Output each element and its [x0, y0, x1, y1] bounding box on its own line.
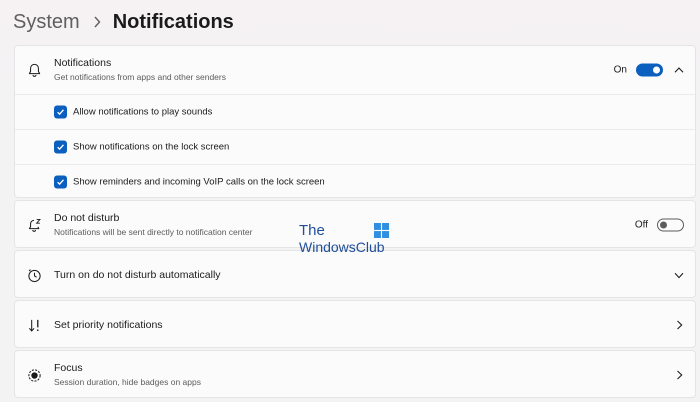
focus-icon	[26, 367, 42, 383]
toggle-knob	[660, 221, 667, 229]
sounds-checkbox[interactable]	[54, 105, 67, 119]
do-not-disturb-title: Do not disturb	[54, 212, 120, 224]
voip-checkbox[interactable]	[54, 175, 67, 189]
bell-snooze-icon	[26, 217, 42, 233]
option-row-lock-screen[interactable]: Show notifications on the lock screen	[15, 129, 695, 164]
windows-logo-icon	[374, 223, 389, 238]
notifications-toggle[interactable]	[636, 63, 663, 77]
notifications-title: Notifications	[54, 57, 112, 69]
option-row-sounds[interactable]: Allow notifications to play sounds	[15, 94, 695, 129]
priority-icon	[26, 317, 42, 333]
voip-label: Show reminders and incoming VoIP calls o…	[73, 176, 325, 188]
priority-title: Set priority notifications	[54, 319, 163, 331]
notifications-controls: On	[613, 63, 684, 77]
notifications-subtitle: Get notifications from apps and other se…	[54, 72, 226, 82]
notifications-header[interactable]: Notifications Get notifications from app…	[15, 46, 695, 94]
chevron-down-icon[interactable]	[674, 270, 684, 280]
auto-dnd-title: Turn on do not disturb automatically	[54, 269, 221, 281]
clock-icon	[26, 267, 42, 283]
do-not-disturb-controls: Off	[634, 218, 684, 232]
option-row-voip[interactable]: Show reminders and incoming VoIP calls o…	[15, 164, 695, 199]
priority-text: Set priority notifications	[54, 319, 163, 331]
chevron-right-icon[interactable]	[674, 370, 684, 380]
auto-dnd-text: Turn on do not disturb automatically	[54, 269, 221, 281]
focus-subtitle: Session duration, hide badges on apps	[54, 377, 201, 387]
chevron-right-icon[interactable]	[674, 320, 684, 330]
watermark-line1: The	[299, 222, 325, 239]
page-title: Notifications	[112, 10, 234, 33]
do-not-disturb-subtitle: Notifications will be sent directly to n…	[54, 227, 253, 237]
checkmark-icon	[57, 144, 64, 151]
chevron-right-icon	[93, 16, 101, 28]
lock-screen-checkbox[interactable]	[54, 140, 67, 154]
watermark-line2: WindowsClub	[299, 239, 385, 255]
sounds-label: Allow notifications to play sounds	[73, 106, 213, 118]
auto-dnd-row[interactable]: Turn on do not disturb automatically	[15, 251, 695, 299]
priority-card[interactable]: Set priority notifications	[14, 300, 696, 348]
chevron-up-icon[interactable]	[674, 65, 684, 75]
focus-text: Focus Session duration, hide badges on a…	[54, 362, 201, 388]
lock-screen-label: Show notifications on the lock screen	[73, 141, 230, 153]
watermark: The WindowsClub	[299, 222, 394, 258]
focus-row[interactable]: Focus Session duration, hide badges on a…	[15, 351, 695, 399]
notifications-text: Notifications Get notifications from app…	[54, 57, 226, 83]
notifications-toggle-state: On	[613, 64, 627, 76]
do-not-disturb-toggle-state: Off	[634, 219, 648, 231]
checkmark-icon	[57, 109, 64, 116]
checkmark-icon	[57, 179, 64, 186]
breadcrumb-system-link[interactable]: System	[13, 11, 80, 34]
breadcrumb: System Notifications	[13, 8, 234, 36]
do-not-disturb-text: Do not disturb Notifications will be sen…	[54, 212, 252, 238]
notifications-card: Notifications Get notifications from app…	[14, 45, 696, 198]
focus-title: Focus	[54, 362, 83, 374]
focus-card[interactable]: Focus Session duration, hide badges on a…	[14, 350, 696, 398]
do-not-disturb-toggle[interactable]	[657, 218, 684, 232]
toggle-knob	[653, 66, 660, 74]
bell-icon	[26, 62, 42, 78]
priority-row[interactable]: Set priority notifications	[15, 301, 695, 349]
